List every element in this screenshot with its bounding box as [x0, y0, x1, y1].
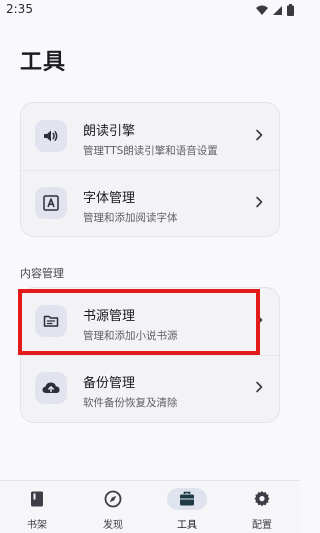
font-manager-item[interactable]: 字体管理 管理和添加阅读字体 — [21, 170, 279, 237]
bookshelf-icon — [7, 488, 67, 510]
font-manager-subtitle: 管理和添加阅读字体 — [83, 212, 178, 224]
status-bar: 2:35 — [0, 0, 300, 22]
tts-engine-item[interactable]: 朗读引擎 管理TTS朗读引擎和语音设置 — [21, 103, 279, 170]
toolbox-icon — [157, 488, 217, 510]
chevron-right-icon — [256, 381, 263, 393]
page-title: 工具 — [20, 50, 67, 75]
font-icon — [35, 187, 67, 219]
nav-label-tools: 工具 — [177, 520, 197, 531]
chevron-right-icon — [256, 129, 263, 141]
book-source-item[interactable]: 书源管理 管理和添加小说书源 — [21, 288, 279, 355]
speaker-icon — [35, 120, 67, 152]
section-title-content: 内容管理 — [20, 267, 64, 280]
bottom-nav: 书架 发现 工具 配置 — [0, 480, 300, 533]
compass-icon — [83, 488, 143, 510]
nav-label-settings: 配置 — [252, 520, 272, 531]
chevron-right-icon — [256, 314, 263, 326]
backup-manager-title: 备份管理 — [83, 376, 136, 391]
tts-engine-subtitle: 管理TTS朗读引擎和语音设置 — [83, 145, 218, 157]
wifi-icon — [256, 5, 268, 15]
status-time: 2:35 — [6, 2, 33, 16]
nav-label-bookshelf: 书架 — [27, 520, 47, 531]
tts-engine-title: 朗读引擎 — [83, 124, 136, 139]
nav-item-bookshelf[interactable]: 书架 — [7, 488, 67, 531]
tools-card: 朗读引擎 管理TTS朗读引擎和语音设置 字体管理 管理和添加阅读字体 — [20, 102, 280, 237]
content-card: 书源管理 管理和添加小说书源 备份管理 软件备份恢复及清除 — [20, 287, 280, 423]
font-manager-title: 字体管理 — [83, 191, 136, 206]
status-icons — [256, 4, 294, 16]
nav-item-settings[interactable]: 配置 — [232, 488, 292, 531]
battery-icon — [287, 4, 294, 16]
cloud-upload-icon — [35, 372, 67, 404]
chevron-right-icon — [256, 196, 263, 208]
book-source-subtitle: 管理和添加小说书源 — [83, 330, 178, 342]
book-source-title: 书源管理 — [83, 309, 136, 324]
nav-item-discover[interactable]: 发现 — [83, 488, 143, 531]
backup-manager-item[interactable]: 备份管理 软件备份恢复及清除 — [21, 355, 279, 422]
signal-icon — [273, 5, 282, 15]
backup-manager-subtitle: 软件备份恢复及清除 — [83, 397, 178, 409]
gear-icon — [232, 488, 292, 510]
book-source-icon — [35, 305, 67, 337]
nav-item-tools[interactable]: 工具 — [157, 488, 217, 531]
nav-label-discover: 发现 — [103, 520, 123, 531]
